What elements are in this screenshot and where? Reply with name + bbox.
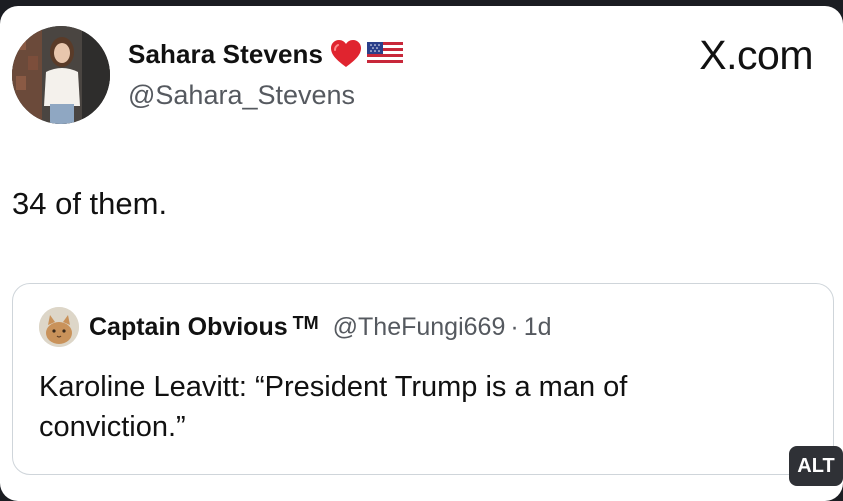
avatar-photo-icon <box>12 26 110 124</box>
post-card: Sahara Stevens @Sahara_Stevens X.com 34 … <box>0 6 843 501</box>
us-flag-icon <box>367 42 404 66</box>
quoted-author-name[interactable]: Captain Obvious <box>89 313 288 342</box>
quoted-post-timestamp[interactable]: 1d <box>524 313 552 342</box>
quoted-author-avatar[interactable] <box>39 307 79 347</box>
author-name-row: Sahara Stevens <box>128 36 404 72</box>
quoted-post-text: Karoline Leavitt: “President Trump is a … <box>39 371 628 443</box>
alt-text-button[interactable]: ALT <box>789 446 843 486</box>
red-heart-icon <box>331 40 362 67</box>
author-handle[interactable]: @Sahara_Stevens <box>128 80 355 111</box>
cat-avatar-icon <box>39 307 79 347</box>
meta-separator: · <box>510 312 519 341</box>
author-name[interactable]: Sahara Stevens <box>128 39 323 70</box>
post-text: 34 of them. <box>12 186 168 221</box>
site-label: X.com <box>699 32 813 78</box>
quoted-post[interactable]: Captain Obvious TM @TheFungi669 · 1d Kar… <box>12 283 834 475</box>
quoted-author-handle[interactable]: @TheFungi669 <box>333 313 506 342</box>
author-avatar[interactable] <box>12 26 110 124</box>
trademark-badge: TM <box>292 312 319 333</box>
quoted-post-header: Captain Obvious TM @TheFungi669 · 1d <box>39 307 552 347</box>
